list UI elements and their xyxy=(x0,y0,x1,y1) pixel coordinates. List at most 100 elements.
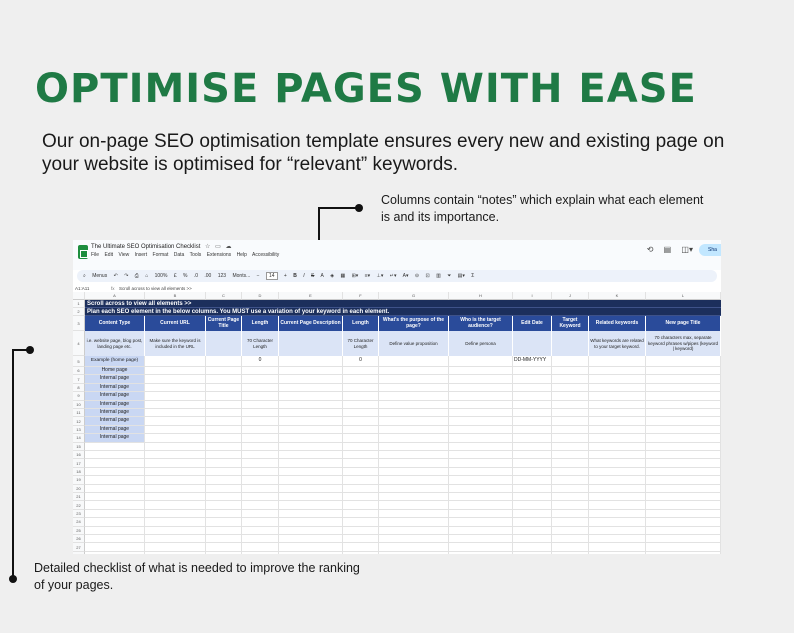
row-header[interactable]: 13 xyxy=(73,425,85,435)
empty-cell[interactable] xyxy=(145,476,206,485)
empty-cell[interactable] xyxy=(646,509,721,519)
row-header[interactable]: 18 xyxy=(73,467,85,477)
data-cell[interactable] xyxy=(206,425,242,435)
row-header[interactable]: 25 xyxy=(73,526,85,535)
history-icon[interactable]: ⟲ xyxy=(647,245,654,254)
empty-cell[interactable] xyxy=(242,518,279,527)
empty-cell[interactable] xyxy=(513,442,552,451)
empty-cell[interactable] xyxy=(589,509,646,519)
column-header[interactable]: H xyxy=(449,292,513,300)
empty-cell[interactable] xyxy=(279,467,343,477)
empty-cell[interactable] xyxy=(242,526,279,535)
empty-cell[interactable] xyxy=(449,476,513,485)
column-note-cell[interactable]: 70 Character Length xyxy=(343,331,379,356)
empty-cell[interactable] xyxy=(379,467,449,477)
empty-cell[interactable] xyxy=(513,476,552,485)
empty-cell[interactable] xyxy=(552,501,589,510)
row-header[interactable]: 9 xyxy=(73,392,85,401)
merge-cells-icon[interactable]: ⊞▾ xyxy=(352,273,359,279)
text-rotate-icon[interactable]: A▾ xyxy=(403,273,409,279)
empty-cell[interactable] xyxy=(279,484,343,493)
data-cell[interactable] xyxy=(206,392,242,401)
empty-cell[interactable] xyxy=(379,459,449,468)
row-header[interactable]: 5 xyxy=(73,356,85,367)
data-cell[interactable] xyxy=(589,367,646,376)
data-cell[interactable] xyxy=(279,375,343,384)
empty-cell[interactable] xyxy=(379,476,449,485)
data-cell[interactable] xyxy=(513,434,552,443)
row-header[interactable]: 15 xyxy=(73,442,85,451)
data-cell[interactable] xyxy=(449,367,513,376)
empty-cell[interactable] xyxy=(343,509,379,519)
empty-cell[interactable] xyxy=(343,535,379,544)
data-cell[interactable] xyxy=(552,434,589,443)
empty-cell[interactable] xyxy=(646,518,721,527)
data-cell[interactable] xyxy=(379,356,449,367)
empty-cell[interactable] xyxy=(279,501,343,510)
data-cell[interactable] xyxy=(343,383,379,393)
data-cell[interactable] xyxy=(552,392,589,401)
data-cell[interactable] xyxy=(206,434,242,443)
column-header[interactable]: I xyxy=(513,292,552,300)
data-cell[interactable] xyxy=(589,409,646,418)
row-header[interactable]: 8 xyxy=(73,383,85,393)
data-cell[interactable] xyxy=(242,400,279,409)
data-cell[interactable] xyxy=(513,367,552,376)
data-cell[interactable] xyxy=(552,356,589,367)
data-cell[interactable] xyxy=(552,367,589,376)
column-header[interactable]: D xyxy=(242,292,279,300)
empty-cell[interactable] xyxy=(379,484,449,493)
empty-cell[interactable] xyxy=(343,501,379,510)
data-cell[interactable] xyxy=(242,425,279,435)
decrease-decimal-button[interactable]: .0 xyxy=(194,273,198,279)
data-cell[interactable] xyxy=(343,375,379,384)
data-cell[interactable] xyxy=(379,367,449,376)
empty-cell[interactable] xyxy=(552,442,589,451)
column-header[interactable]: L xyxy=(646,292,721,300)
data-cell[interactable] xyxy=(242,375,279,384)
menu-edit[interactable]: Edit xyxy=(104,252,113,258)
data-cell[interactable] xyxy=(206,367,242,376)
content-type-cell[interactable]: Internal page xyxy=(85,375,145,384)
empty-cell[interactable] xyxy=(343,459,379,468)
empty-cell[interactable] xyxy=(206,493,242,502)
empty-cell[interactable] xyxy=(242,493,279,502)
empty-cell[interactable] xyxy=(206,509,242,519)
empty-cell[interactable] xyxy=(206,476,242,485)
strikethrough-icon[interactable]: S xyxy=(311,273,314,279)
empty-cell[interactable] xyxy=(449,501,513,510)
empty-cell[interactable] xyxy=(206,501,242,510)
column-title-cell[interactable]: Who is the target audience? xyxy=(449,316,513,331)
column-header[interactable]: F xyxy=(343,292,379,300)
empty-cell[interactable] xyxy=(343,543,379,552)
menu-extensions[interactable]: Extensions xyxy=(207,252,231,258)
empty-cell[interactable] xyxy=(279,451,343,460)
empty-cell[interactable] xyxy=(145,526,206,535)
text-wrap-icon[interactable]: ↵▾ xyxy=(390,273,397,279)
empty-cell[interactable] xyxy=(206,484,242,493)
column-note-cell[interactable]: i.e. website page, blog post, landing pa… xyxy=(85,331,145,356)
empty-cell[interactable] xyxy=(279,493,343,502)
data-cell[interactable] xyxy=(449,434,513,443)
empty-cell[interactable] xyxy=(646,551,721,554)
column-title-cell[interactable]: Current Page Title xyxy=(206,316,242,331)
empty-cell[interactable] xyxy=(242,543,279,552)
empty-cell[interactable] xyxy=(85,501,145,510)
menu-format[interactable]: Format xyxy=(153,252,169,258)
empty-cell[interactable] xyxy=(552,484,589,493)
empty-cell[interactable] xyxy=(379,442,449,451)
column-header[interactable]: G xyxy=(379,292,449,300)
empty-cell[interactable] xyxy=(646,476,721,485)
data-cell[interactable] xyxy=(145,356,206,367)
data-cell[interactable] xyxy=(279,356,343,367)
empty-cell[interactable] xyxy=(145,551,206,554)
data-cell[interactable] xyxy=(206,356,242,367)
empty-cell[interactable] xyxy=(145,467,206,477)
empty-cell[interactable] xyxy=(379,451,449,460)
empty-cell[interactable] xyxy=(646,451,721,460)
data-cell[interactable] xyxy=(206,400,242,409)
empty-cell[interactable] xyxy=(85,551,145,554)
column-header[interactable]: E xyxy=(279,292,343,300)
empty-cell[interactable] xyxy=(513,467,552,477)
document-title[interactable]: The Ultimate SEO Optimisation Checklist … xyxy=(91,243,231,250)
